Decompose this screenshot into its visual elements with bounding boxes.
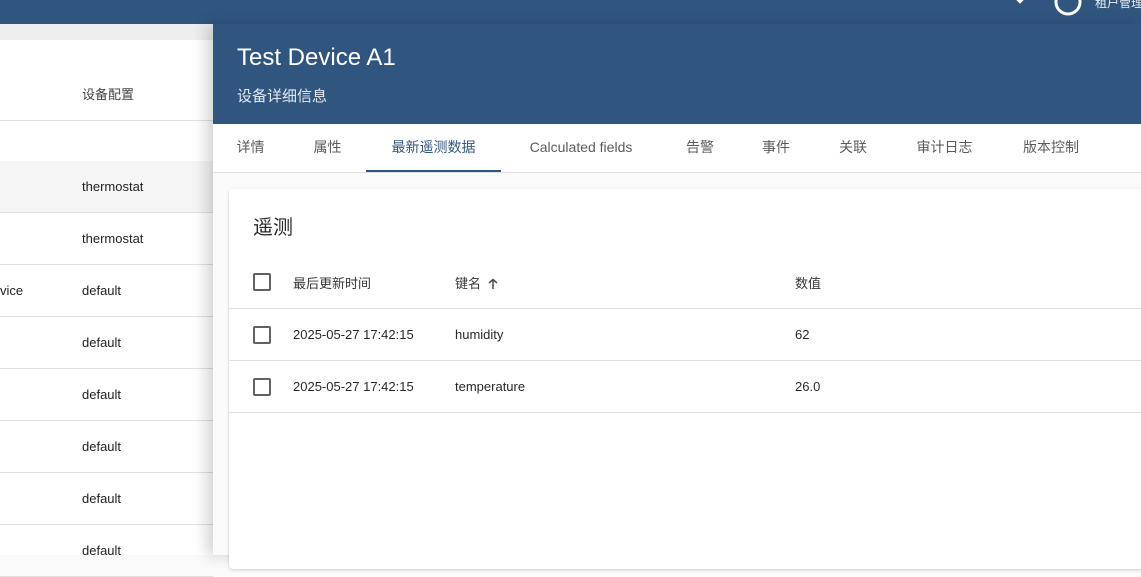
arrow-up-icon	[488, 278, 498, 289]
telemetry-card: 遥测 最后更新时间 键名 数值 2025-05-27 17:42:15 humi…	[229, 189, 1141, 569]
key-cell: temperature	[455, 379, 526, 394]
device-title: Test Device A1	[237, 44, 396, 71]
account-circle-icon[interactable]	[1054, 0, 1082, 18]
row-select-checkbox[interactable]	[253, 378, 271, 396]
device-profile-cell: default	[82, 439, 122, 454]
device-profile-cell: default	[82, 543, 122, 558]
top-app-bar: 租户管理	[0, 0, 1141, 24]
chevron-down-icon[interactable]	[1006, 0, 1034, 18]
device-table-row[interactable]: thermostat	[0, 161, 213, 213]
value-cell: 62	[795, 327, 810, 342]
list-toolbar-strip	[0, 24, 213, 40]
last-update-cell: 2025-05-27 17:42:15	[293, 379, 414, 394]
tab-calculated-fields[interactable]: Calculated fields	[501, 124, 661, 172]
device-details-drawer: Test Device A1 设备详细信息 详情 属性 最新遥测数据 Calcu…	[213, 24, 1141, 569]
tab-version-control[interactable]: 版本控制	[996, 124, 1106, 172]
table-row[interactable]: 2025-05-27 17:42:15 humidity 62	[229, 309, 1141, 361]
tab-audit-logs[interactable]: 审计日志	[893, 124, 996, 172]
last-update-cell: 2025-05-27 17:42:15	[293, 327, 414, 342]
telemetry-table-header: 最后更新时间 键名 数值	[229, 255, 1141, 309]
device-table-row[interactable]: default	[0, 525, 213, 577]
tab-details[interactable]: 详情	[213, 124, 288, 172]
tab-events[interactable]: 事件	[739, 124, 813, 172]
row-select-checkbox[interactable]	[253, 326, 271, 344]
device-profile-cell: thermostat	[82, 231, 144, 246]
drawer-header: Test Device A1 设备详细信息	[213, 24, 1141, 124]
device-profile-cell: default	[82, 387, 122, 402]
select-all-checkbox[interactable]	[253, 273, 271, 291]
tab-attributes[interactable]: 属性	[288, 124, 367, 172]
column-header-value[interactable]: 数值	[795, 273, 821, 292]
device-table-row[interactable]: vice default	[0, 265, 213, 317]
device-table-row[interactable]: default	[0, 317, 213, 369]
column-header-last-update[interactable]: 最后更新时间	[293, 273, 371, 292]
device-profile-cell: thermostat	[82, 179, 144, 194]
tab-relations[interactable]: 关联	[813, 124, 893, 172]
device-profile-cell: default	[82, 283, 122, 298]
user-role-label: 租户管理	[1095, 0, 1141, 10]
value-cell: 26.0	[795, 379, 821, 394]
device-profile-cell: default	[82, 491, 122, 506]
tab-latest-telemetry[interactable]: 最新遥测数据	[366, 124, 501, 172]
table-row[interactable]: 2025-05-27 17:42:15 temperature 26.0	[229, 361, 1141, 413]
telemetry-card-title: 遥测	[253, 217, 293, 239]
device-table-row[interactable]: default	[0, 421, 213, 473]
key-cell: humidity	[455, 327, 504, 342]
device-table-row[interactable]: default	[0, 369, 213, 421]
device-subtitle: 设备详细信息	[237, 88, 328, 105]
device-name-cell: vice	[0, 283, 24, 298]
column-header-device-profile[interactable]: 设备配置	[82, 84, 134, 103]
column-header-key[interactable]: 键名	[455, 273, 499, 292]
details-tab-bar: 详情 属性 最新遥测数据 Calculated fields 告警 事件 关联 …	[213, 124, 1141, 173]
column-header-key-label: 键名	[455, 276, 482, 291]
device-table-row[interactable]: default	[0, 473, 213, 525]
device-profile-cell: default	[82, 335, 122, 350]
tab-alarms[interactable]: 告警	[661, 124, 739, 172]
device-table-row[interactable]: thermostat	[0, 213, 213, 265]
